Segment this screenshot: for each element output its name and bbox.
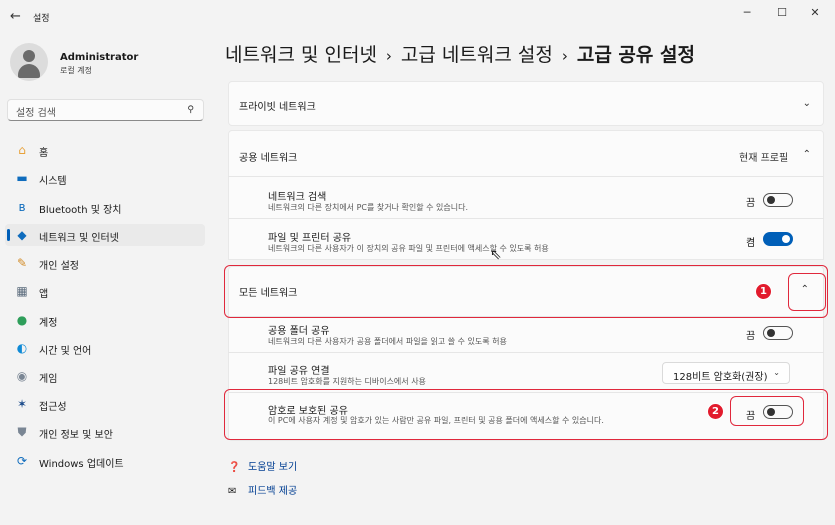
- sidebar-item-gaming[interactable]: ◉ 게임: [5, 365, 205, 387]
- app-title: 설정: [33, 14, 50, 24]
- globe-icon: ◐: [16, 341, 28, 355]
- breadcrumb: 네트워크 및 인터넷 › 고급 네트워크 설정 › 고급 공유 설정: [225, 40, 695, 67]
- help-link[interactable]: ❓ 도움말 보기: [228, 458, 297, 473]
- chevron-down-icon[interactable]: ⌄: [803, 98, 811, 109]
- bluetooth-icon: ʙ: [18, 200, 26, 214]
- public-network-header[interactable]: 공용 네트워크 현재 프로필 ⌃: [229, 131, 823, 177]
- public-folder-sharing-toggle[interactable]: [763, 326, 793, 340]
- sidebar-item-system[interactable]: ▬ 시스템: [5, 167, 205, 189]
- sidebar-item-accounts[interactable]: ● 계정: [5, 309, 205, 331]
- divider: [228, 218, 824, 219]
- divider: [228, 176, 824, 177]
- sidebar-item-label: Bluetooth 및 장치: [39, 205, 122, 216]
- breadcrumb-advanced[interactable]: 고급 네트워크 설정: [401, 44, 553, 66]
- network-discovery-desc: 네트워크의 다른 장치에서 PC를 찾거나 확인할 수 있습니다.: [268, 203, 469, 212]
- annotation-highlight-all-networks: [224, 265, 828, 318]
- public-folder-sharing-desc: 네트워크의 다른 사용자가 공용 폴더에서 파일을 읽고 쓸 수 있도록 허용: [268, 337, 507, 346]
- annotation-badge-1: 1: [755, 283, 772, 300]
- sidebar-item-privacy[interactable]: ⛊ 개인 정보 및 보안: [5, 421, 205, 443]
- sidebar-item-apps[interactable]: ▦ 앱: [5, 280, 205, 302]
- feedback-icon: ✉: [228, 486, 237, 497]
- shield-icon: ⛊: [17, 425, 27, 439]
- apps-icon: ▦: [16, 284, 28, 298]
- sidebar-item-label: Windows 업데이트: [39, 459, 124, 470]
- breadcrumb-separator: ›: [561, 47, 568, 65]
- page-title: 고급 공유 설정: [576, 44, 695, 66]
- home-icon: ⌂: [18, 143, 26, 157]
- file-printer-sharing-title: 파일 및 프린터 공유: [268, 233, 352, 244]
- file-sharing-connection-desc: 128비트 암호화를 지원하는 디바이스에서 사용: [268, 377, 426, 386]
- network-discovery-toggle[interactable]: [763, 193, 793, 207]
- breadcrumb-network[interactable]: 네트워크 및 인터넷: [225, 44, 377, 66]
- sidebar-item-label: 시스템: [39, 176, 67, 187]
- dropdown-selected-value: 128비트 암호화(권장): [673, 372, 768, 383]
- sidebar-item-label: 시간 및 언어: [39, 346, 92, 357]
- annotation-highlight-chevron: [788, 273, 826, 311]
- sidebar-item-label: 홈: [39, 148, 49, 159]
- public-folder-sharing-title: 공용 폴더 공유: [268, 326, 330, 337]
- network-discovery-title: 네트워크 검색: [268, 192, 327, 203]
- close-button[interactable]: ✕: [805, 6, 825, 19]
- breadcrumb-separator: ›: [385, 47, 392, 65]
- annotation-badge-2: 2: [707, 403, 724, 420]
- sidebar-item-label: 게임: [39, 374, 58, 385]
- file-sharing-connection-title: 파일 공유 연결: [268, 366, 330, 377]
- sidebar-item-bluetooth[interactable]: ʙ Bluetooth 및 장치: [5, 196, 205, 218]
- help-icon: ❓: [228, 462, 241, 473]
- active-indicator: [7, 229, 10, 241]
- sidebar-item-windows-update[interactable]: ⟳ Windows 업데이트: [5, 450, 205, 472]
- account-icon: ●: [16, 313, 28, 327]
- file-printer-sharing-desc: 네트워크의 다른 사용자가 이 장치의 공유 파일 및 프린터에 액세스할 수 …: [268, 244, 549, 253]
- toggle-state-label: 켬: [746, 238, 756, 249]
- user-profile[interactable]: Administrator 로컬 계정: [10, 43, 210, 83]
- search-placeholder: 설정 검색: [16, 108, 56, 119]
- title-bar: ← 설정 ─ ☐ ✕: [0, 0, 835, 34]
- private-network-section[interactable]: 프라이빗 네트워크 ⌄: [228, 81, 824, 126]
- annotation-highlight-toggle: [730, 396, 804, 426]
- sidebar-item-label: 네트워크 및 인터넷: [39, 233, 119, 244]
- user-name: Administrator: [60, 52, 139, 63]
- avatar: [10, 43, 48, 81]
- toggle-state-label: 끔: [746, 331, 756, 342]
- accessibility-icon: ✶: [16, 397, 28, 411]
- mouse-cursor-icon: ⇖: [490, 247, 502, 263]
- gamepad-icon: ◉: [16, 369, 28, 383]
- sidebar-item-label: 개인 정보 및 보안: [39, 430, 113, 441]
- divider: [228, 352, 824, 353]
- sidebar-item-time-language[interactable]: ◐ 시간 및 언어: [5, 337, 205, 359]
- file-printer-sharing-toggle[interactable]: [763, 232, 793, 246]
- chevron-up-icon[interactable]: ⌃: [803, 149, 811, 160]
- back-arrow-icon[interactable]: ←: [10, 9, 21, 24]
- chevron-down-icon: ⌄: [773, 368, 780, 377]
- account-type: 로컬 계정: [60, 66, 92, 75]
- update-icon: ⟳: [16, 454, 28, 468]
- help-link-label: 도움말 보기: [248, 462, 298, 473]
- sidebar-item-network[interactable]: ◆ 네트워크 및 인터넷: [5, 224, 205, 246]
- system-icon: ▬: [16, 171, 28, 185]
- current-profile-label: 현재 프로필: [739, 153, 789, 164]
- toggle-state-label: 끔: [746, 198, 756, 209]
- section-title: 프라이빗 네트워크: [239, 102, 316, 113]
- sidebar-item-label: 접근성: [39, 402, 67, 413]
- wifi-icon: ◆: [17, 228, 27, 242]
- maximize-button[interactable]: ☐: [772, 6, 792, 19]
- minimize-button[interactable]: ─: [737, 6, 757, 19]
- sidebar-item-accessibility[interactable]: ✶ 접근성: [5, 393, 205, 415]
- brush-icon: ✎: [16, 256, 28, 270]
- encryption-dropdown[interactable]: 128비트 암호화(권장) ⌄: [662, 362, 790, 384]
- sidebar-item-home[interactable]: ⌂ 홈: [5, 139, 205, 161]
- sidebar-item-label: 계정: [39, 318, 58, 329]
- search-input[interactable]: 설정 검색 ⚲: [7, 99, 204, 121]
- search-icon: ⚲: [187, 105, 194, 115]
- feedback-link-label: 피드백 제공: [248, 486, 298, 497]
- sidebar-item-personalization[interactable]: ✎ 개인 설정: [5, 252, 205, 274]
- feedback-link[interactable]: ✉ 피드백 제공: [228, 482, 297, 497]
- sidebar-item-label: 앱: [39, 289, 49, 300]
- sidebar-item-label: 개인 설정: [39, 261, 79, 272]
- section-title: 공용 네트워크: [239, 153, 298, 164]
